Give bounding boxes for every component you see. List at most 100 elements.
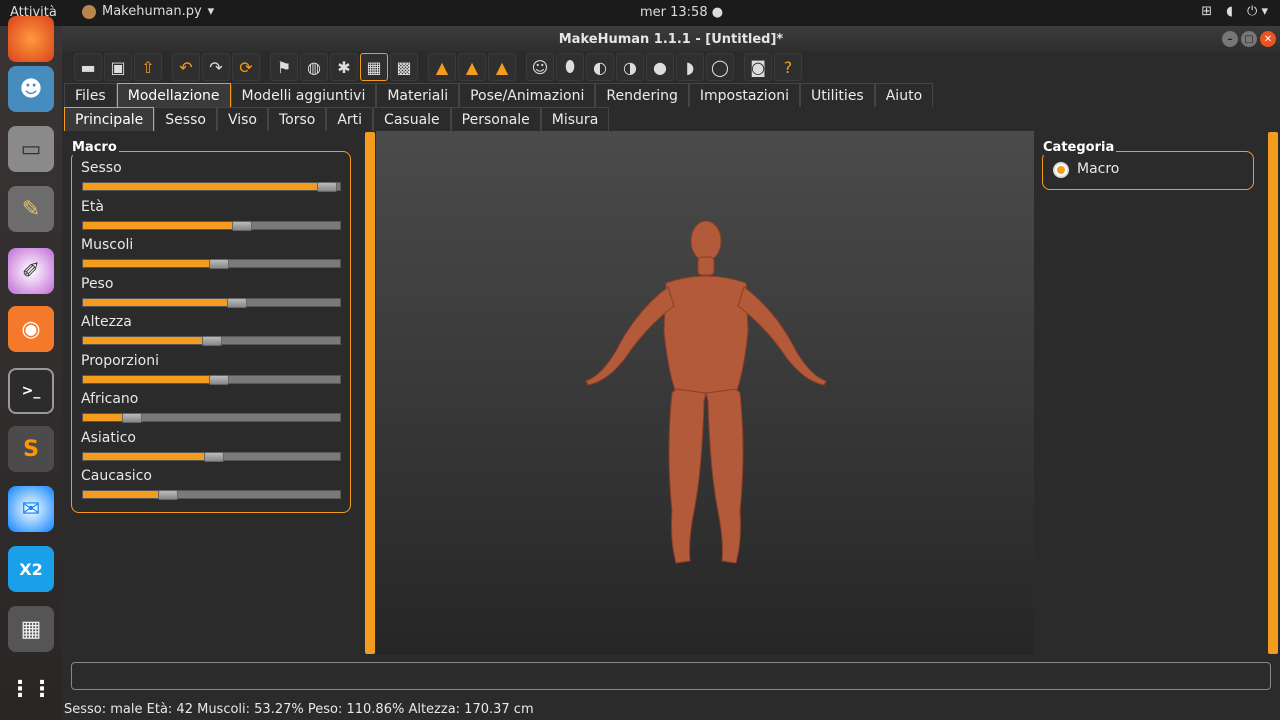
makehuman-window: MakeHuman 1.1.1 - [Untitled]* – □ ✕ ▬ ▣ …	[62, 26, 1280, 720]
slider-fill	[83, 452, 215, 460]
head-view-icon[interactable]: ⬮	[556, 53, 584, 81]
calculator-icon[interactable]: ▦	[8, 606, 54, 652]
volume-icon[interactable]: ◖	[1226, 4, 1233, 19]
grafx2-icon[interactable]: X2	[8, 546, 54, 592]
terminal-icon[interactable]: >_	[8, 368, 54, 414]
top-view-icon[interactable]: ●	[646, 53, 674, 81]
category-panel: Categoria Macro	[1041, 140, 1254, 190]
network-icon[interactable]: ⊞	[1201, 4, 1212, 19]
files-icon[interactable]: ▭	[8, 126, 54, 172]
reset-camera-icon[interactable]: ◯	[706, 53, 734, 81]
slider-handle[interactable]	[232, 220, 253, 231]
slider-track[interactable]	[82, 297, 341, 308]
left-view-icon[interactable]: ◐	[586, 53, 614, 81]
close-button[interactable]: ✕	[1260, 31, 1276, 47]
macro-radio-label[interactable]: Macro	[1077, 161, 1119, 177]
subtab-sesso[interactable]: Sesso	[154, 107, 217, 131]
slider-handle[interactable]	[121, 413, 142, 423]
slider-fill	[83, 298, 238, 306]
sub-tabs: Principale Sesso Viso Torso Arti Casuale Perso…	[64, 107, 610, 131]
app-menu[interactable]: Makehuman.py ▾	[82, 4, 214, 19]
slider-track[interactable]	[82, 413, 341, 423]
blender-icon[interactable]: ◉	[8, 306, 54, 352]
reset-icon[interactable]: ⟳	[232, 53, 260, 81]
front-view-icon[interactable]: ▲	[428, 53, 456, 81]
slider-fill	[83, 221, 243, 229]
macro-panel-title: Macro	[70, 140, 119, 155]
save-icon[interactable]: ▬	[74, 53, 102, 81]
redo-icon[interactable]: ↷	[202, 53, 230, 81]
app-menu-label: Makehuman.py	[102, 4, 202, 19]
wireframe-icon[interactable]: ◍	[300, 53, 328, 81]
status-bar: Sesso: male Età: 42 Muscoli: 53.27% Peso…	[64, 702, 534, 717]
slider-handle[interactable]	[317, 182, 338, 192]
tab-files[interactable]: Files	[64, 83, 117, 107]
firefox-icon[interactable]	[8, 16, 54, 62]
subtab-arti[interactable]: Arti	[326, 107, 374, 131]
tab-aiuto[interactable]: Aiuto	[874, 83, 934, 107]
side-view-icon[interactable]: ▲	[488, 53, 516, 81]
system-tray[interactable]: ⊞ ◖ ⏻ ▾	[1201, 4, 1268, 19]
slider-track[interactable]	[82, 490, 341, 500]
slider-fill	[83, 375, 220, 383]
command-input[interactable]	[71, 662, 1271, 690]
gimp-icon[interactable]: ✎	[8, 186, 54, 232]
slider-track[interactable]	[82, 336, 341, 346]
screenshot-icon[interactable]: ◙	[744, 53, 772, 81]
krita-icon[interactable]: ✐	[8, 248, 54, 294]
face-view-icon[interactable]: ☺	[526, 53, 554, 81]
slider-label: Africano	[81, 391, 139, 407]
3d-viewport[interactable]	[376, 131, 1034, 655]
load-icon[interactable]: ▣	[104, 53, 132, 81]
slider-handle[interactable]	[204, 451, 225, 462]
slider-handle[interactable]	[209, 374, 230, 385]
sublime-text-icon[interactable]: S	[8, 426, 54, 472]
smooth-icon[interactable]: ⚑	[270, 53, 298, 81]
minimize-button[interactable]: –	[1222, 31, 1238, 47]
slider-handle[interactable]	[201, 336, 222, 346]
left-scrollbar[interactable]	[365, 132, 375, 654]
subtab-casuale[interactable]: Casuale	[373, 107, 451, 131]
show-apps-icon[interactable]: ⋮⋮	[8, 666, 54, 712]
right-scrollbar[interactable]	[1268, 132, 1278, 654]
slider-label: Muscoli	[81, 237, 134, 253]
subtab-principale[interactable]: Principale	[64, 107, 155, 131]
slider-track[interactable]	[82, 182, 341, 192]
window-titlebar: MakeHuman 1.1.1 - [Untitled]* – □ ✕	[62, 26, 1280, 52]
slider-handle[interactable]	[157, 490, 178, 500]
pose-icon[interactable]: ✱	[330, 53, 358, 81]
subtab-viso[interactable]: Viso	[216, 107, 268, 131]
slider-track[interactable]	[82, 451, 341, 462]
tab-impostazioni[interactable]: Impostazioni	[688, 83, 801, 107]
subtab-personale[interactable]: Personale	[450, 107, 541, 131]
undo-icon[interactable]: ↶	[172, 53, 200, 81]
subtab-torso[interactable]: Torso	[267, 107, 327, 131]
slider-fill	[83, 260, 220, 267]
tab-pose-animazioni[interactable]: Pose/Animazioni	[459, 83, 596, 107]
grid-icon[interactable]: ▦	[360, 53, 388, 81]
export-icon[interactable]: ⇧	[134, 53, 162, 81]
tab-rendering[interactable]: Rendering	[595, 83, 689, 107]
subtab-misura[interactable]: Misura	[540, 107, 610, 131]
thunderbird-icon[interactable]: ✉	[8, 486, 54, 532]
maximize-button[interactable]: □	[1241, 31, 1257, 47]
tab-materiali[interactable]: Materiali	[376, 83, 460, 107]
background-icon[interactable]: ▩	[390, 53, 418, 81]
tab-modelli-aggiuntivi[interactable]: Modelli aggiuntivi	[230, 83, 377, 107]
clock[interactable]: mer 13:58 ●	[640, 5, 723, 20]
slider-track[interactable]	[82, 259, 341, 269]
godot-icon[interactable]: ☻	[8, 66, 54, 112]
macro-radio[interactable]	[1053, 162, 1069, 178]
power-icon[interactable]: ⏻ ▾	[1247, 4, 1268, 19]
slider-handle[interactable]	[227, 297, 248, 308]
right-view-icon[interactable]: ◑	[616, 53, 644, 81]
slider-handle[interactable]	[209, 259, 230, 269]
tab-utilities[interactable]: Utilities	[800, 83, 875, 107]
slider-track[interactable]	[82, 220, 341, 231]
help-icon[interactable]: ?	[774, 53, 802, 81]
bottom-view-icon[interactable]: ◗	[676, 53, 704, 81]
back-view-icon[interactable]: ▲	[458, 53, 486, 81]
tab-modellazione[interactable]: Modellazione	[116, 83, 231, 107]
slider-track[interactable]	[82, 374, 341, 385]
slider-label: Peso	[81, 275, 114, 292]
